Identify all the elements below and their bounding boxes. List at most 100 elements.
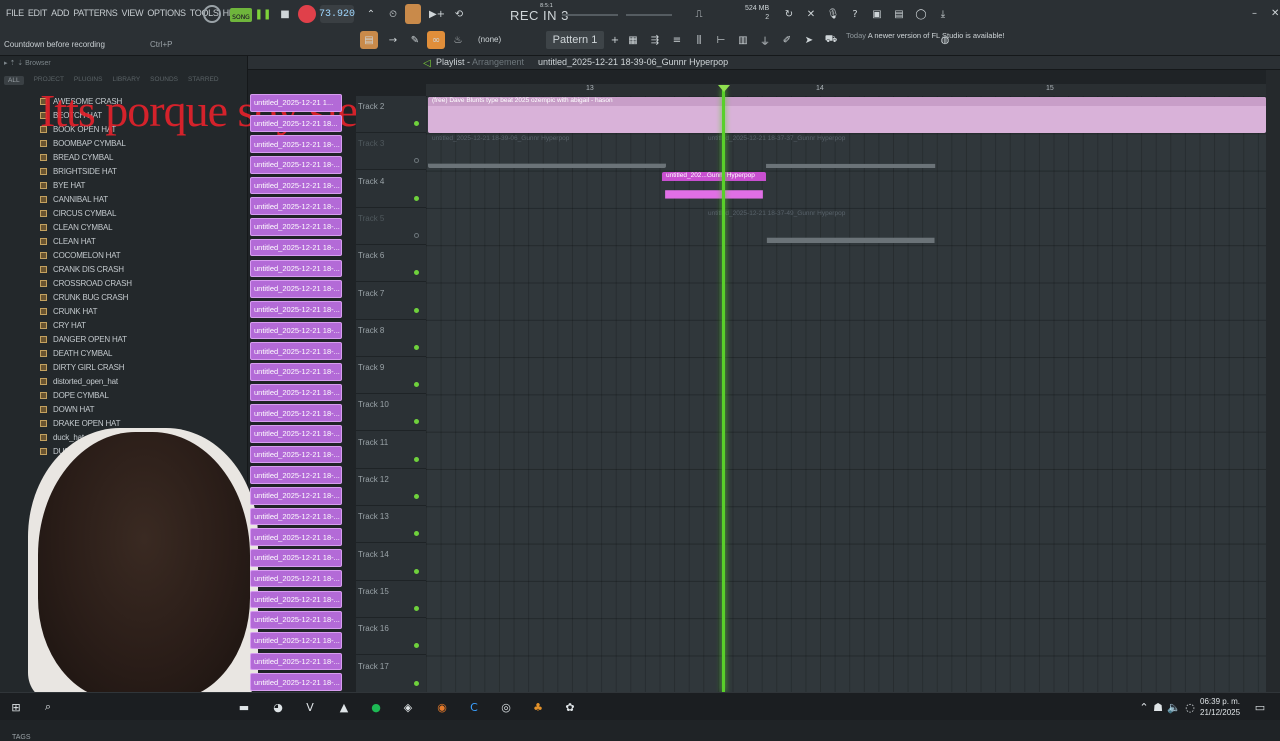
- globe-icon[interactable]: ◍: [936, 31, 954, 49]
- browser-item[interactable]: BRIGHTSIDE HAT: [40, 164, 132, 178]
- audio-clip-beat[interactable]: (free) Dave Blunts type beat 2025 ozempi…: [428, 97, 1266, 133]
- clipboard-icon[interactable]: ▥: [734, 31, 752, 49]
- track-enable-icon[interactable]: [414, 344, 419, 350]
- audio-clip-ghost-2[interactable]: untitled_2025-12-21 18-37-37_Gunnr Hyper…: [704, 135, 986, 168]
- wait-input-icon[interactable]: ⏲: [384, 5, 402, 23]
- menu-view[interactable]: VIEW: [120, 6, 146, 20]
- app-icon[interactable]: ◈: [400, 699, 416, 715]
- browser-item[interactable]: BOOMBAP CYMBAL: [40, 136, 132, 150]
- mixer-faders-icon[interactable]: ⫼: [690, 31, 708, 49]
- brush-icon[interactable]: ✐: [778, 31, 796, 49]
- track-header[interactable]: Track 5: [356, 208, 426, 245]
- pattern-clip[interactable]: untitled_2025-12-21 18-...: [250, 259, 342, 278]
- pattern-clip[interactable]: untitled_2025-12-21 18-...: [250, 383, 342, 402]
- browser-item[interactable]: CLEAN HAT: [40, 234, 132, 248]
- playhead[interactable]: [722, 88, 725, 692]
- taskbar-clock[interactable]: 06:39 p. m. 21/12/2025: [1200, 696, 1240, 718]
- menu-file[interactable]: FILE: [4, 6, 26, 20]
- track-header[interactable]: Track 16: [356, 618, 426, 656]
- pattern-clip[interactable]: untitled_2025-12-21 1...: [250, 94, 342, 112]
- pattern-clip[interactable]: untitled_2025-12-21 18-...: [250, 300, 342, 319]
- fl-studio-icon[interactable]: ♣: [530, 699, 546, 715]
- tags-label[interactable]: TAGS: [12, 734, 31, 741]
- chat-icon[interactable]: ◯: [912, 5, 930, 23]
- pattern-clip[interactable]: untitled_2025-12-21 18-...: [250, 238, 342, 257]
- playhead-marker[interactable]: [718, 85, 730, 92]
- speaker-icon[interactable]: 🔈: [1166, 699, 1182, 715]
- track-header[interactable]: Track 17: [356, 656, 426, 693]
- browser-item[interactable]: DOWN HAT: [40, 402, 132, 416]
- vlc-icon[interactable]: ▲: [336, 699, 352, 715]
- track-enable-icon[interactable]: [414, 605, 419, 611]
- browser-tree-icon[interactable]: ⊢: [712, 31, 730, 49]
- menu-patterns[interactable]: PATTERNS: [71, 6, 119, 20]
- audio-clip-ghost-1[interactable]: untitled_2025-12-21 18-39-06_Gunnr Hyper…: [428, 135, 666, 168]
- browser-item[interactable]: CRANK DIS CRASH: [40, 262, 132, 276]
- track-header[interactable]: Track 2: [356, 96, 426, 133]
- track-header[interactable]: Track 8: [356, 320, 426, 357]
- help-icon[interactable]: ?: [846, 5, 864, 23]
- track-header[interactable]: Track 11: [356, 432, 426, 469]
- pattern-clip[interactable]: untitled_2025-12-21 18-...: [250, 652, 342, 671]
- track-header[interactable]: Track 12: [356, 469, 426, 506]
- browser-item[interactable]: CROSSROAD CRASH: [40, 276, 132, 290]
- track-enable-icon[interactable]: [414, 568, 419, 574]
- browser-item[interactable]: DEATH CYMBAL: [40, 346, 132, 360]
- track-enable-icon[interactable]: [414, 232, 419, 238]
- pattern-clip[interactable]: untitled_2025-12-21 18-...: [250, 673, 342, 691]
- chrome-icon[interactable]: ◎: [498, 699, 514, 715]
- pattern-clip[interactable]: untitled_2025-12-21 18-...: [250, 528, 342, 547]
- track-enable-icon[interactable]: [414, 121, 419, 126]
- link-icon[interactable]: ∞: [427, 31, 445, 49]
- browser-item[interactable]: CANNIBAL HAT: [40, 192, 132, 206]
- browser-item[interactable]: CIRCUS CYMBAL: [40, 206, 132, 220]
- track-enable-icon[interactable]: [414, 531, 419, 537]
- plug-icon[interactable]: ⏚: [756, 31, 774, 49]
- pencil-icon[interactable]: ✎: [406, 31, 424, 49]
- track-enable-icon[interactable]: [414, 158, 419, 164]
- pattern-clip[interactable]: untitled_2025-12-21 18-...: [250, 135, 342, 153]
- stop-button[interactable]: ■: [276, 5, 294, 23]
- mixer-icon[interactable]: ▦: [624, 31, 642, 49]
- loop-record-icon[interactable]: ⟲: [450, 5, 468, 23]
- track-header[interactable]: Track 9: [356, 357, 426, 395]
- tempo-display[interactable]: 73.920: [319, 5, 355, 23]
- track-enable-icon[interactable]: [414, 419, 419, 425]
- pattern-clip[interactable]: untitled_2025-12-21 18-...: [250, 631, 342, 650]
- pattern-clip[interactable]: untitled_2025-12-21 18-...: [250, 404, 342, 422]
- track-header[interactable]: Track 6: [356, 245, 426, 283]
- track-header[interactable]: Track 10: [356, 394, 426, 432]
- track-enable-icon[interactable]: [414, 494, 419, 499]
- browser-item[interactable]: DIRTY GIRL CRASH: [40, 360, 132, 374]
- tab-all[interactable]: ALL: [4, 76, 24, 85]
- minimize-icon[interactable]: –: [1252, 8, 1257, 19]
- pattern-clip[interactable]: untitled_2025-12-21 18-...: [250, 218, 342, 236]
- arrow-icon[interactable]: →: [384, 31, 402, 49]
- save-icon[interactable]: ▣: [868, 5, 886, 23]
- track-enable-icon[interactable]: [414, 270, 419, 276]
- browser-item[interactable]: DANGER OPEN HAT: [40, 332, 132, 346]
- pattern-clip[interactable]: untitled_2025-12-21 18-...: [250, 549, 342, 567]
- playlist-play-icon[interactable]: ◁: [418, 54, 436, 72]
- audio-clip-active[interactable]: untitled_202...Gunnr Hyperpop: [662, 172, 766, 206]
- timeline-ruler[interactable]: 13 14 15: [426, 84, 1266, 96]
- track-header[interactable]: Track 15: [356, 581, 426, 618]
- master-volume-knob[interactable]: [203, 5, 221, 23]
- pattern-clip[interactable]: untitled_2025-12-21 18-...: [250, 342, 342, 360]
- time-slider[interactable]: [626, 14, 672, 16]
- piano-icon[interactable]: ⎍: [690, 5, 708, 23]
- menu-add[interactable]: ADD: [49, 6, 71, 20]
- pattern-clip[interactable]: untitled_2025-12-21 18-...: [250, 466, 342, 484]
- edge-icon[interactable]: C: [466, 699, 482, 715]
- track-header[interactable]: Track 7: [356, 283, 426, 320]
- pattern-clip[interactable]: untitled_2025-12-21 18-...: [250, 611, 342, 629]
- browser-item[interactable]: COCOMELON HAT: [40, 248, 132, 262]
- file-explorer-icon[interactable]: ▬: [236, 699, 252, 715]
- track-enable-icon[interactable]: [414, 680, 419, 686]
- plugin-icon[interactable]: ▤: [890, 5, 908, 23]
- cart-icon[interactable]: ⛟: [822, 31, 840, 49]
- pattern-clip[interactable]: untitled_2025-12-21 18-...: [250, 507, 342, 526]
- browser-item[interactable]: BYE HAT: [40, 178, 132, 192]
- playlist-grid[interactable]: [426, 96, 1266, 692]
- undo-history-icon[interactable]: ↻: [780, 5, 798, 23]
